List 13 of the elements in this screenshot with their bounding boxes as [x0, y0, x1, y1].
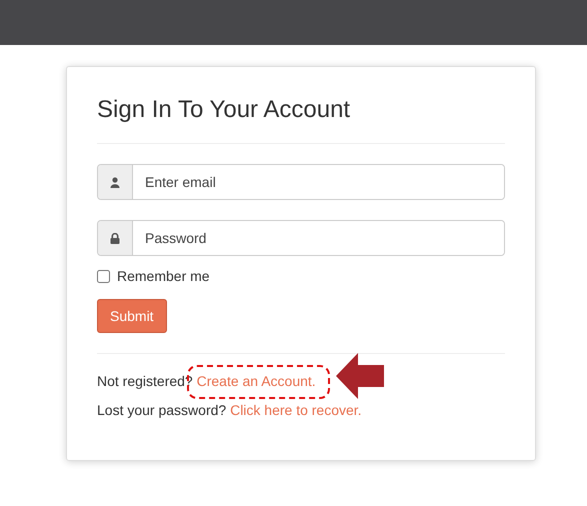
- form-title: Sign In To Your Account: [97, 95, 352, 125]
- lock-icon: [110, 232, 120, 244]
- arrow-icon: [336, 353, 386, 399]
- remember-label: Remember me: [117, 268, 210, 284]
- input-field[interactable]: Enter email: [97, 164, 505, 200]
- input-field[interactable]: Password: [97, 220, 505, 256]
- help-text: Lost your password? Click here to recover.: [97, 401, 363, 419]
- link[interactable]: Click here to recover.: [230, 402, 362, 418]
- submit-button[interactable]: Submit: [97, 299, 167, 333]
- link[interactable]: Create an Account.: [196, 373, 316, 389]
- remember-checkbox[interactable]: [97, 270, 110, 282]
- help-text: Not registered? Create an Account.: [97, 372, 505, 390]
- user-icon: [110, 176, 120, 188]
